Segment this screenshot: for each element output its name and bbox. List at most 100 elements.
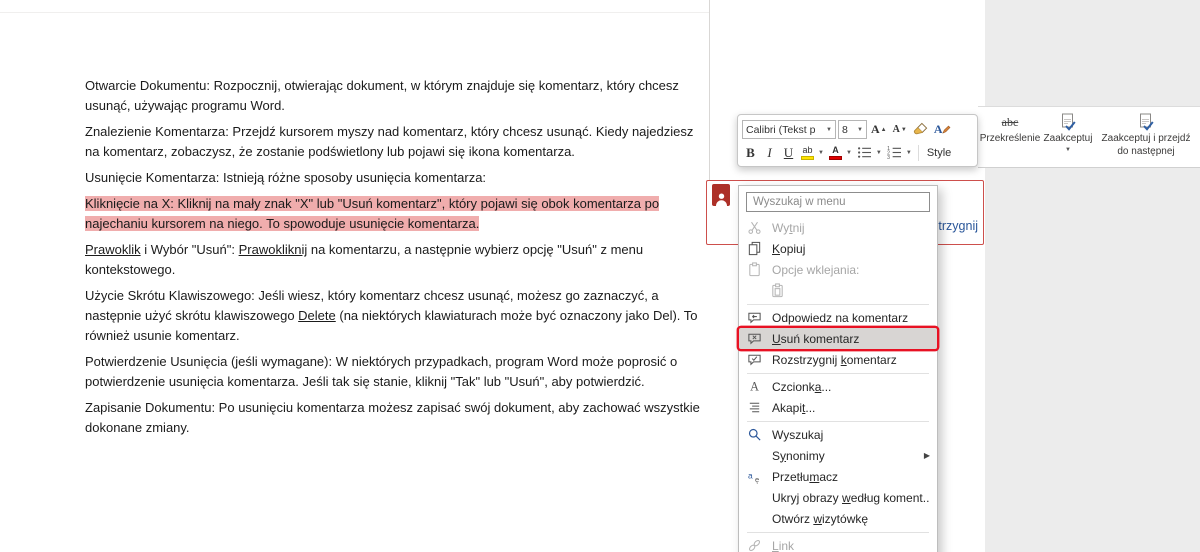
menu-item-label: Opcje wklejania: — [772, 262, 860, 277]
person-icon — [715, 193, 727, 206]
chevron-down-icon: ▼ — [857, 126, 863, 133]
chevron-down-icon: ▼ — [1065, 146, 1071, 153]
menu-item-resolve-comment[interactable]: Rozstrzygnij komentarz — [739, 349, 937, 370]
text-run: Delete — [298, 308, 336, 323]
page-top-edge — [0, 12, 710, 13]
paragraph[interactable]: Użycie Skrótu Klawiszowego: Jeśli wiesz,… — [85, 286, 703, 346]
chevron-down-icon[interactable]: ▼ — [818, 150, 824, 156]
bold-button[interactable]: B — [742, 143, 759, 163]
menu-item-label: Czcionka... — [772, 379, 832, 394]
menu-search-box — [746, 192, 930, 212]
arrow-up-icon: ▲ — [880, 126, 887, 133]
word-window: Otwarcie Dokumentu: Rozpocznij, otwieraj… — [0, 0, 1200, 552]
comment-reply-icon — [746, 310, 763, 326]
accept-next-check-icon — [1136, 112, 1156, 132]
accept-label: Zaakceptuj — [1043, 133, 1093, 144]
strikethrough-label: Przekreślenie — [979, 133, 1041, 144]
chevron-down-icon[interactable]: ▼ — [846, 150, 852, 156]
menu-separator — [747, 373, 929, 374]
text-run: Prawoklik — [85, 242, 141, 257]
svg-text:A: A — [750, 380, 759, 394]
menu-search-input[interactable] — [747, 196, 929, 208]
accept-and-next-button[interactable]: Zaakceptuj i przejdź do następnej — [1096, 110, 1196, 164]
menu-item-label: Usuń komentarz — [772, 331, 860, 346]
menu-item-hide-images[interactable]: Ukryj obrazy według koment... — [739, 487, 937, 508]
bullet-list-icon — [857, 147, 871, 158]
mini-toolbar-row-1: Calibri (Tekst p ▼ 8 ▼ A ▲ A ▼ A — [742, 118, 973, 141]
copy-icon — [746, 241, 763, 257]
link-icon — [746, 538, 763, 552]
paragraph[interactable]: Prawoklik i Wybór "Usuń": Prawokliknij n… — [85, 240, 703, 280]
accept-button[interactable]: Zaakceptuj ▼ — [1040, 110, 1096, 164]
menu-item-label: Wyszukaj — [772, 427, 824, 442]
font-size-combo[interactable]: 8 ▼ — [838, 120, 867, 139]
arrow-down-icon: ▼ — [900, 126, 907, 133]
menu-item-paragraph[interactable]: Akapit... — [739, 397, 937, 418]
translate-icon: aę — [746, 469, 763, 485]
menu-separator — [747, 421, 929, 422]
menu-item-translate[interactable]: a ę Przetłumacz — [739, 466, 937, 487]
paragraph[interactable]: Zapisanie Dokumentu: Po usunięciu koment… — [85, 398, 703, 438]
text-run: Znalezienie Komentarza: Przejdź kursorem… — [85, 124, 694, 159]
text-run: Usunięcie Komentarza: Istnieją różne spo… — [85, 170, 487, 185]
highlight-color-button[interactable]: ab — [799, 143, 816, 163]
bullets-button[interactable] — [855, 143, 874, 163]
clipboard-icon — [746, 262, 763, 278]
underline-button[interactable]: U — [780, 143, 797, 163]
menu-item-label: Ukryj obrazy według koment... — [772, 490, 930, 505]
menu-item-synonyms[interactable]: Synonimy ▶ — [739, 445, 937, 466]
menu-item-font[interactable]: A Czcionka... — [739, 376, 937, 397]
accept-and-next-label: Zaakceptuj i przejdź do następnej — [1101, 133, 1191, 157]
menu-item-cut: Wytnij — [739, 217, 937, 238]
context-menu-items: Wytnij Kopiuj Opcje wklejania: Odpowiedz na… — [739, 217, 937, 552]
highlighted-text: Kliknięcie na X: Kliknij na mały znak "X… — [85, 196, 660, 231]
italic-button[interactable]: I — [761, 143, 778, 163]
menu-item-label: Wytnij — [772, 220, 805, 235]
text-run: Zapisanie Dokumentu: Po usunięciu koment… — [85, 400, 700, 435]
paragraph[interactable]: Znalezienie Komentarza: Przejdź kursorem… — [85, 122, 703, 162]
menu-item-label: Kopiuj — [772, 241, 806, 256]
menu-separator — [747, 304, 929, 305]
styles-button[interactable]: Style — [924, 147, 954, 159]
menu-item-label: Synonimy — [772, 448, 825, 463]
menu-item-reply-comment[interactable]: Odpowiedz na komentarz — [739, 307, 937, 328]
menu-item-copy[interactable]: Kopiuj — [739, 238, 937, 259]
right-gray-panel — [985, 0, 1200, 552]
no-icon — [746, 511, 763, 527]
menu-item-open-contact-card[interactable]: Otwórz wizytówkę — [739, 508, 937, 529]
accept-check-icon — [1058, 112, 1078, 132]
format-painter-icon — [913, 122, 928, 135]
grow-font-button[interactable]: A ▲ — [869, 120, 889, 140]
numbering-button[interactable]: 1 2 3 — [885, 143, 904, 163]
chevron-down-icon[interactable]: ▼ — [876, 150, 882, 156]
document-body[interactable]: Otwarcie Dokumentu: Rozpocznij, otwieraj… — [85, 76, 703, 444]
font-color-button[interactable]: A — [827, 143, 844, 163]
menu-separator — [747, 532, 929, 533]
font-name-combo[interactable]: Calibri (Tekst p ▼ — [742, 120, 836, 139]
font-size-value: 8 — [842, 123, 848, 136]
menu-item-search[interactable]: Wyszukaj — [739, 424, 937, 445]
font-color-icon: A — [828, 145, 842, 160]
mini-toolbar: Calibri (Tekst p ▼ 8 ▼ A ▲ A ▼ A B I U a… — [737, 114, 978, 167]
no-icon — [746, 448, 763, 464]
text-run: Prawokliknij — [238, 242, 308, 257]
paragraph[interactable]: Potwierdzenie Usunięcia (jeśli wymagane)… — [85, 352, 703, 392]
shrink-font-button[interactable]: A ▼ — [891, 120, 909, 140]
format-painter-button[interactable] — [911, 120, 930, 140]
text-run: Potwierdzenie Usunięcia (jeśli wymagane)… — [85, 354, 678, 389]
comment-resolve-icon — [746, 352, 763, 368]
paragraph[interactable]: Usunięcie Komentarza: Istnieją różne spo… — [85, 168, 703, 188]
paragraph[interactable]: Kliknięcie na X: Kliknij na mały znak "X… — [85, 194, 703, 234]
chevron-down-icon[interactable]: ▼ — [906, 150, 912, 156]
paste-icon — [769, 283, 786, 299]
svg-text:3: 3 — [887, 155, 890, 159]
text-run: i Wybór "Usuń": — [140, 242, 239, 257]
context-menu: Wytnij Kopiuj Opcje wklejania: Odpowiedz na… — [738, 185, 938, 552]
menu-item-label: Otwórz wizytówkę — [772, 511, 869, 526]
strikethrough-button[interactable]: abc Przekreślenie — [979, 110, 1041, 164]
paragraph[interactable]: Otwarcie Dokumentu: Rozpocznij, otwieraj… — [85, 76, 703, 116]
menu-item-link: Link — [739, 535, 937, 552]
style-pen-button[interactable]: A — [932, 120, 954, 140]
menu-item-delete-comment[interactable]: Usuń komentarz — [739, 328, 937, 349]
font-name-value: Calibri (Tekst p — [746, 123, 816, 136]
